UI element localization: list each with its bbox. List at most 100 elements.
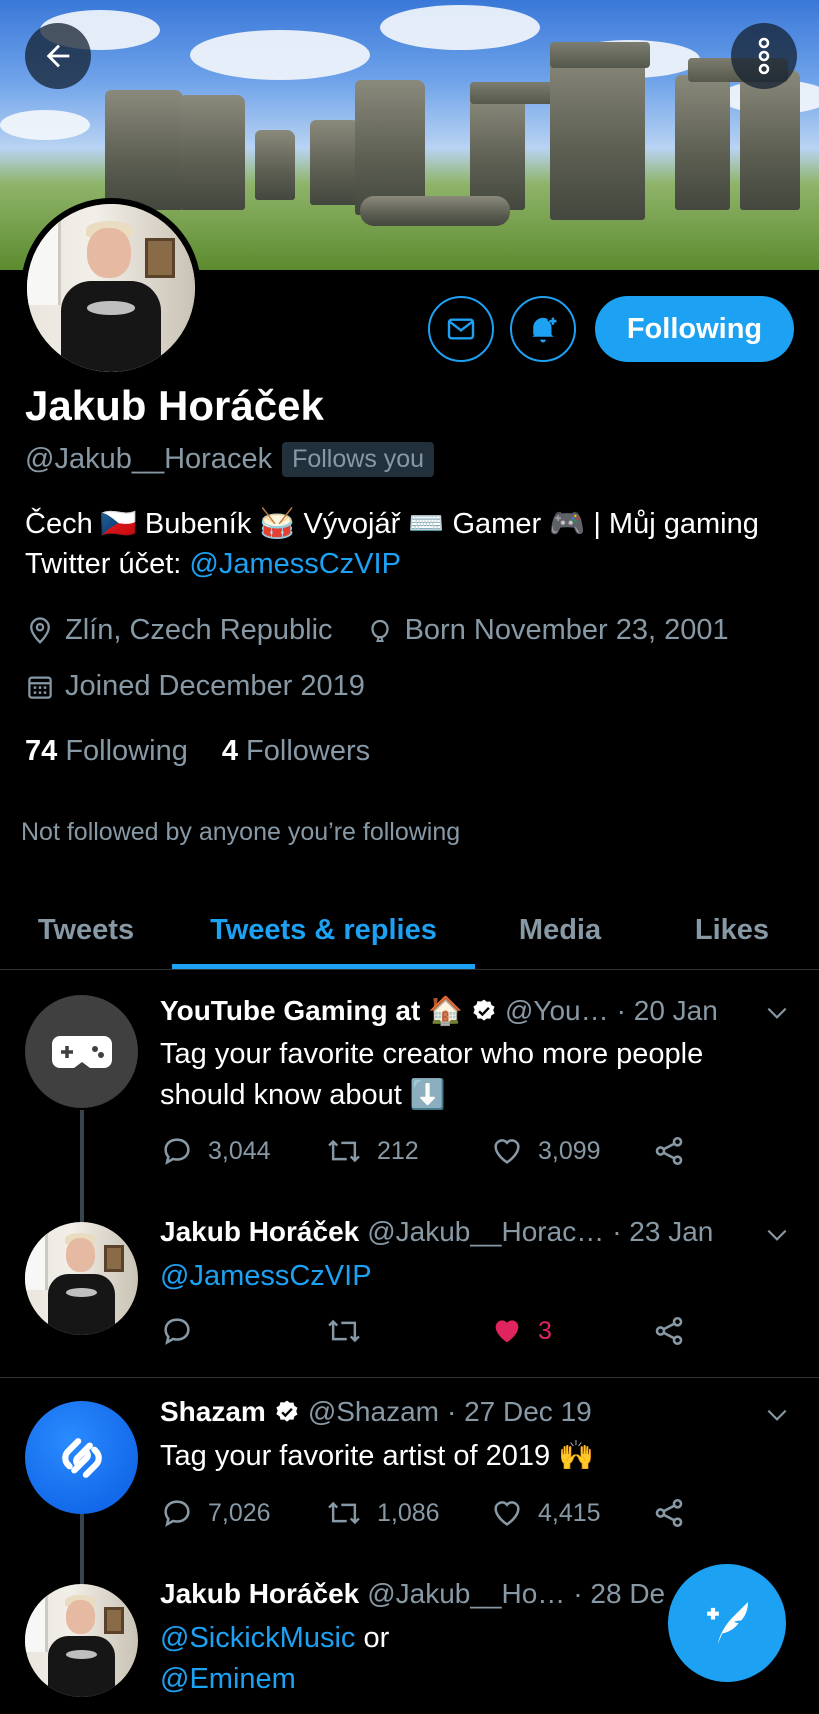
like-button[interactable]: 4,415 [490, 1496, 601, 1530]
joined-text: Joined December 2019 [65, 670, 365, 702]
like-count: 4,415 [538, 1498, 601, 1527]
share-icon [655, 1316, 683, 1346]
calendar-icon [28, 676, 52, 699]
share-button[interactable] [652, 1496, 686, 1530]
notifications-button[interactable] [510, 296, 576, 362]
more-options-button[interactable] [731, 23, 797, 89]
arrow-left-icon [46, 44, 70, 68]
share-icon [655, 1498, 683, 1528]
tweet-text: Tag your favorite creator who more peopl… [160, 1038, 704, 1111]
follows-you-badge: Follows you [282, 442, 435, 477]
tab-tweets[interactable]: Tweets [0, 890, 172, 970]
profile-avatar[interactable] [21, 198, 201, 378]
tweet-actions: 3 [160, 1314, 720, 1354]
profile-handle-row: @Jakub__Horacek Follows you [25, 442, 435, 477]
like-count: 3 [538, 1316, 552, 1345]
reply-button[interactable]: 3,044 [160, 1134, 271, 1168]
shazam-logo-icon [61, 1437, 102, 1478]
retweet-count: 212 [377, 1136, 419, 1165]
verified-badge-icon [473, 999, 495, 1021]
compose-tweet-button[interactable] [668, 1564, 786, 1682]
tweet-text-mid: or [355, 1622, 390, 1654]
followers-count-link[interactable]: 4 Followers [222, 735, 370, 768]
retweet-button[interactable]: 1,086 [325, 1496, 440, 1530]
following-label: Following [65, 735, 188, 767]
following-count: 74 [25, 735, 58, 767]
tweet-header: Shazam @Shazam · 27 Dec 19 [160, 1396, 592, 1428]
location-row: Zlín, Czech Republic Born November 23, 2… [25, 614, 729, 647]
mention-link[interactable]: @SickickMusic [160, 1622, 355, 1654]
compose-feather-plus-icon [707, 1602, 748, 1644]
retweet-button[interactable]: 212 [325, 1134, 419, 1168]
tweet-handle: @You… [504, 994, 609, 1026]
heart-icon [494, 1139, 520, 1164]
chevron-down-icon[interactable] [764, 1402, 790, 1428]
reply-button[interactable] [160, 1314, 194, 1348]
bell-plus-icon [532, 317, 557, 343]
chevron-down-icon[interactable] [764, 1000, 790, 1026]
reply-icon [164, 1500, 190, 1527]
tweet-time: · 20 Jan [616, 994, 718, 1026]
profile-handle: @Jakub__Horacek [25, 443, 273, 475]
reply-count: 3,044 [208, 1136, 271, 1165]
location-pin-icon [30, 616, 50, 644]
followers-count: 4 [221, 735, 238, 767]
tweet-handle: @Jakub__Ho… [367, 1578, 566, 1609]
tweet-avatar-user[interactable] [25, 1584, 138, 1697]
share-icon [655, 1136, 683, 1166]
tweet-header: Jakub Horáček @Jakub__Ho… · 28 De [160, 1578, 665, 1610]
following-button[interactable]: Following [595, 296, 794, 362]
message-button[interactable] [428, 296, 494, 362]
vertical-dots-icon [758, 37, 770, 75]
tweet-author[interactable]: Jakub Horáček [160, 1216, 359, 1248]
share-button[interactable] [652, 1314, 686, 1348]
reply-button[interactable]: 7,026 [160, 1496, 271, 1530]
like-button[interactable]: 3,099 [490, 1134, 601, 1168]
tweet-author[interactable]: Jakub Horáček [160, 1578, 359, 1610]
not-followed-text: Not followed by anyone you’re following [21, 818, 461, 846]
tweet-text: Tag your favorite artist of 2019 🙌 [160, 1440, 595, 1472]
tweet-time: · 27 Dec 19 [446, 1396, 592, 1427]
birthdate-text: Born November 23, 2001 [404, 614, 729, 646]
tweet-actions: 7,026 1,086 4,415 [160, 1496, 720, 1536]
share-button[interactable] [652, 1134, 686, 1168]
retweet-button[interactable] [325, 1314, 363, 1348]
tweet-handle: @Shazam [307, 1396, 439, 1427]
thread-line [80, 1110, 84, 1222]
tweet-avatar-youtube-gaming[interactable] [25, 995, 138, 1108]
tweet-author[interactable]: Shazam [160, 1396, 266, 1428]
tab-media[interactable]: Media [475, 890, 645, 970]
tweet-avatar-user[interactable] [25, 1222, 138, 1335]
profile-tabs: Tweets Tweets & replies Media Likes [0, 890, 819, 970]
thread-line [80, 1514, 84, 1584]
retweet-icon [328, 1501, 360, 1525]
tweet-text-mention[interactable]: @JamessCzVIP [160, 1256, 770, 1297]
heart-icon [494, 1501, 520, 1526]
retweet-icon [328, 1139, 360, 1163]
tweet-author[interactable]: YouTube Gaming at 🏠 [160, 994, 463, 1027]
profile-name: Jakub Horáček [25, 382, 324, 429]
tweet-avatar-shazam[interactable] [25, 1401, 138, 1514]
verified-badge-icon [276, 1400, 298, 1422]
joined-row: Joined December 2019 [25, 670, 365, 703]
tab-tweets-replies[interactable]: Tweets & replies [172, 890, 475, 970]
tweet-time: · 28 De [573, 1578, 666, 1609]
profile-bio: Čech 🇨🇿 Bubeník 🥁 Vývojář ⌨️ Gamer 🎮 | M… [25, 504, 805, 584]
tweet-actions: 3,044 212 3,099 [160, 1134, 720, 1174]
tab-likes[interactable]: Likes [645, 890, 819, 970]
mention-link[interactable]: @Eminem [160, 1663, 296, 1695]
like-button-liked[interactable]: 3 [490, 1314, 552, 1348]
chevron-down-icon[interactable] [764, 1222, 790, 1248]
like-count: 3,099 [538, 1136, 601, 1165]
tweet-handle: @Jakub__Horac… [367, 1216, 605, 1247]
followers-label: Followers [246, 735, 371, 767]
tweet-divider [0, 1377, 819, 1378]
back-button[interactable] [25, 23, 91, 89]
active-tab-indicator [172, 964, 475, 969]
retweet-count: 1,086 [377, 1498, 440, 1527]
following-count-link[interactable]: 74 Following [25, 735, 188, 768]
reply-count: 7,026 [208, 1498, 271, 1527]
bio-link[interactable]: @JamessCzVIP [189, 548, 401, 580]
heart-filled-icon [495, 1320, 519, 1343]
location-text: Zlín, Czech Republic [65, 614, 333, 646]
